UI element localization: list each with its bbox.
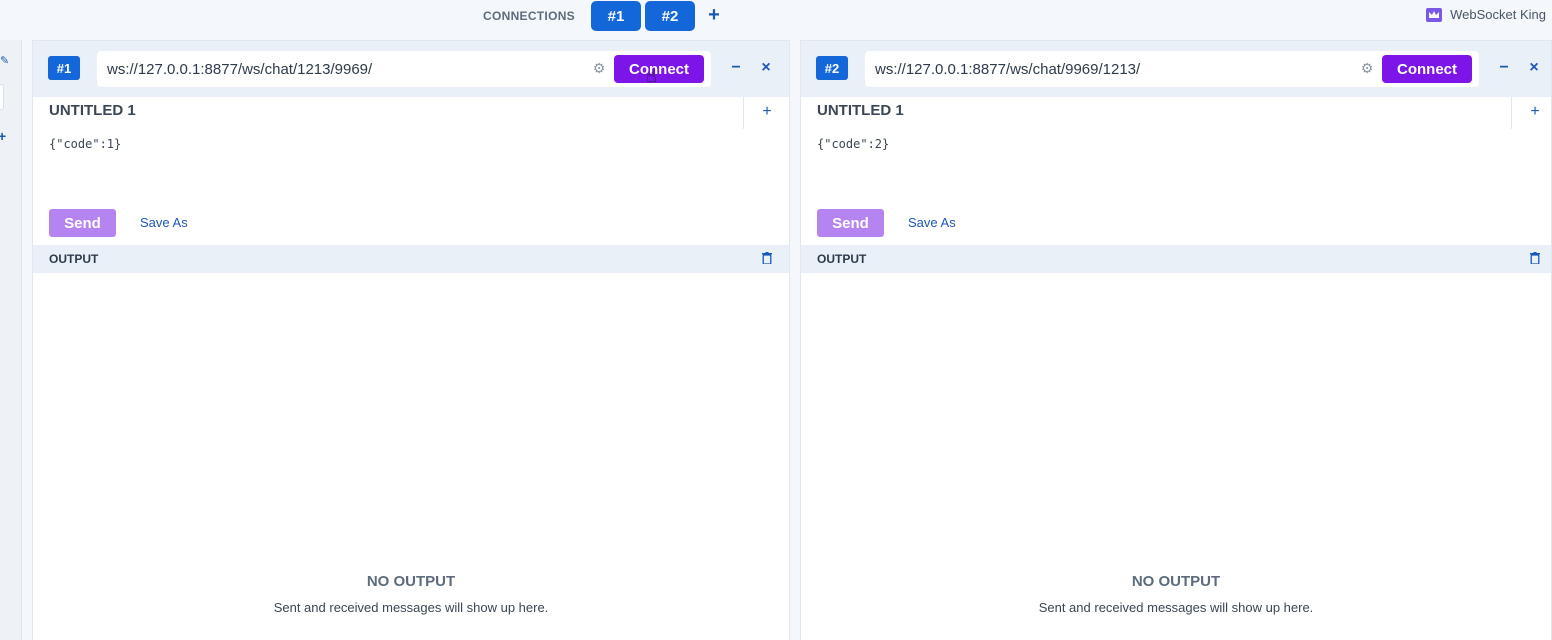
collapsed-sidebar: ✎ + bbox=[0, 40, 22, 640]
connection-panel-1: #1 ⚙ Connect − × UNTITLED 1 + {"code":1}… bbox=[32, 40, 790, 640]
divider bbox=[1511, 97, 1512, 129]
save-as-link[interactable]: Save As bbox=[140, 215, 188, 230]
empty-subtitle: Sent and received messages will show up … bbox=[273, 600, 549, 615]
connect-button[interactable]: Connect bbox=[614, 55, 704, 83]
message-title[interactable]: UNTITLED 1 bbox=[49, 102, 136, 119]
output-header: OUTPUT bbox=[801, 245, 1551, 273]
output-title: OUTPUT bbox=[817, 252, 867, 266]
hand-cursor-icon: ☝ bbox=[646, 66, 657, 86]
close-button[interactable]: × bbox=[1526, 59, 1542, 77]
save-as-link[interactable]: Save As bbox=[908, 215, 956, 230]
edit-icon[interactable]: ✎ bbox=[0, 54, 9, 67]
connection-tab-1[interactable]: #1 bbox=[591, 1, 641, 31]
empty-output: NO OUTPUT Sent and received messages wil… bbox=[801, 573, 1551, 615]
panel-header: #1 ⚙ Connect − × bbox=[33, 41, 789, 97]
add-message-button[interactable]: + bbox=[759, 103, 775, 121]
add-message-button[interactable]: + bbox=[1527, 103, 1543, 121]
url-box: ⚙ Connect bbox=[97, 51, 711, 87]
settings-gear-icon[interactable]: ⚙ bbox=[591, 60, 607, 76]
empty-title: NO OUTPUT bbox=[366, 573, 456, 590]
empty-output: NO OUTPUT Sent and received messages wil… bbox=[33, 573, 789, 615]
connect-button[interactable]: Connect bbox=[1382, 55, 1472, 83]
connections-label: CONNECTIONS bbox=[483, 9, 575, 23]
send-button[interactable]: Send bbox=[49, 209, 116, 237]
minimize-button[interactable]: − bbox=[1496, 59, 1512, 77]
send-button[interactable]: Send bbox=[817, 209, 884, 237]
brand-name: WebSocket King bbox=[1450, 7, 1546, 22]
message-editor[interactable]: {"code":2} bbox=[817, 137, 889, 151]
url-box: ⚙ Connect bbox=[865, 51, 1479, 87]
crown-logo-icon bbox=[1426, 7, 1443, 22]
minimize-button[interactable]: − bbox=[728, 59, 744, 77]
empty-subtitle: Sent and received messages will show up … bbox=[1038, 600, 1314, 615]
close-button[interactable]: × bbox=[758, 59, 774, 77]
sidebar-add-icon[interactable]: + bbox=[0, 128, 6, 144]
brand: WebSocket King bbox=[1426, 7, 1546, 22]
url-input[interactable] bbox=[873, 51, 1343, 87]
message-editor[interactable]: {"code":1} bbox=[49, 137, 121, 151]
empty-title: NO OUTPUT bbox=[1131, 573, 1221, 590]
connection-tab-2[interactable]: #2 bbox=[645, 1, 695, 31]
divider bbox=[743, 97, 744, 129]
settings-gear-icon[interactable]: ⚙ bbox=[1359, 60, 1375, 76]
panel-header: #2 ⚙ Connect − × bbox=[801, 41, 1551, 97]
output-header: OUTPUT bbox=[33, 245, 789, 273]
connection-badge: #2 bbox=[816, 56, 848, 80]
url-input[interactable] bbox=[105, 51, 575, 87]
add-connection-button[interactable]: + bbox=[704, 3, 724, 27]
connection-panel-2: #2 ⚙ Connect − × UNTITLED 1 + {"code":2}… bbox=[800, 40, 1552, 640]
output-title: OUTPUT bbox=[49, 252, 99, 266]
sidebar-input-stub[interactable] bbox=[0, 84, 4, 110]
connection-badge: #1 bbox=[48, 56, 80, 80]
trash-icon[interactable] bbox=[762, 252, 774, 266]
message-title[interactable]: UNTITLED 1 bbox=[817, 102, 904, 119]
trash-icon[interactable] bbox=[1530, 252, 1542, 266]
top-bar: CONNECTIONS #1 #2 + WebSocket King bbox=[0, 0, 1552, 32]
